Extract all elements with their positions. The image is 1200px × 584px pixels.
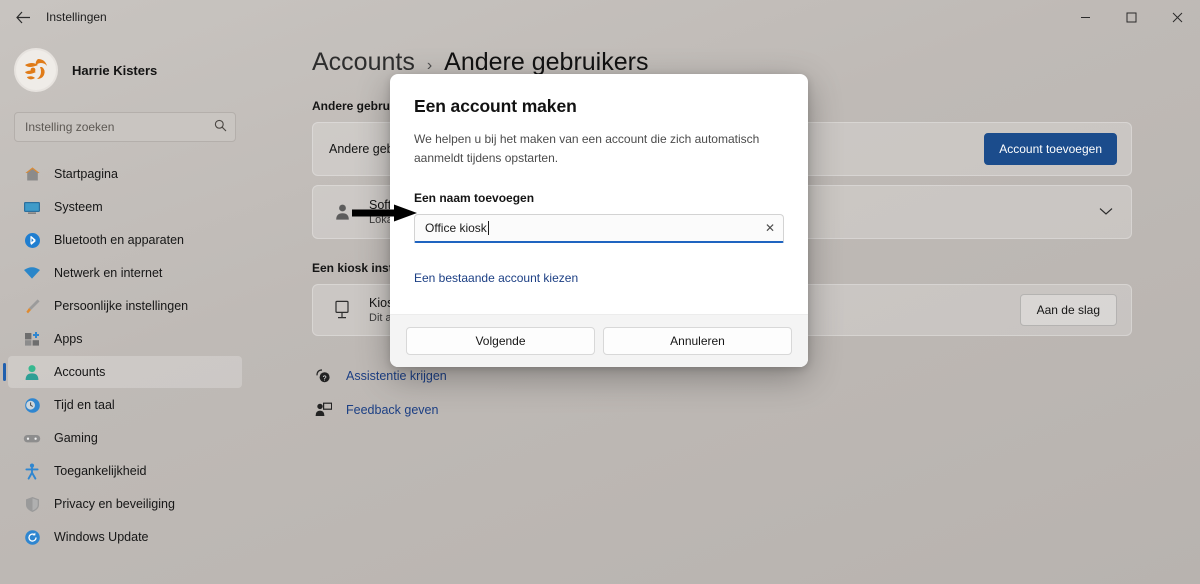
name-field-label: Een naam toevoegen bbox=[414, 191, 535, 206]
clear-input-icon[interactable]: ✕ bbox=[765, 221, 775, 235]
sidebar-item-netwerk[interactable]: Netwerk en internet bbox=[8, 257, 242, 289]
sidebar-item-label: Persoonlijke instellingen bbox=[54, 299, 189, 313]
footer-links: ? Assistentie krijgen Feedback geven bbox=[312, 362, 1132, 424]
sidebar-item-label: Apps bbox=[54, 332, 83, 346]
chevron-down-icon[interactable] bbox=[1099, 205, 1117, 219]
breadcrumb-separator: › bbox=[426, 57, 433, 74]
back-button[interactable] bbox=[6, 2, 40, 32]
maximize-icon bbox=[1126, 12, 1136, 22]
back-arrow-icon bbox=[15, 11, 30, 23]
sidebar-item-windows-update[interactable]: Windows Update bbox=[8, 521, 242, 553]
close-icon bbox=[1172, 12, 1182, 22]
help-question-icon: ? bbox=[312, 368, 334, 384]
sidebar-item-label: Accounts bbox=[54, 365, 106, 379]
dialog-body: Een account maken We helpen u bij het ma… bbox=[390, 74, 808, 314]
sidebar: Harrie Kisters Startpagina bbox=[0, 34, 250, 584]
help-link-label: Assistentie krijgen bbox=[346, 369, 447, 383]
feedback-icon bbox=[312, 402, 334, 418]
gamepad-icon bbox=[22, 429, 42, 447]
account-person-icon bbox=[22, 363, 42, 381]
sidebar-item-label: Windows Update bbox=[54, 530, 149, 544]
sidebar-item-label: Systeem bbox=[54, 200, 103, 214]
kiosk-get-started-button[interactable]: Aan de slag bbox=[1019, 294, 1117, 326]
choose-existing-account-link[interactable]: Een bestaande account kiezen bbox=[414, 271, 578, 285]
window-controls bbox=[1062, 0, 1200, 34]
update-refresh-icon bbox=[22, 528, 42, 546]
dialog-title: Een account maken bbox=[414, 96, 577, 116]
paintbrush-icon bbox=[22, 297, 42, 315]
sidebar-nav: Startpagina Systeem Bluetooth en apparat… bbox=[0, 158, 250, 553]
maximize-button[interactable] bbox=[1108, 0, 1154, 34]
minimize-icon bbox=[1080, 16, 1090, 18]
svg-text:?: ? bbox=[322, 375, 326, 382]
settings-window: Instellingen Harrie Kisters Instelling z… bbox=[0, 0, 1200, 584]
sidebar-item-privacy[interactable]: Privacy en beveiliging bbox=[8, 488, 242, 520]
profile-section[interactable]: Harrie Kisters bbox=[0, 34, 250, 94]
sidebar-item-accounts[interactable]: Accounts bbox=[3, 356, 242, 388]
title-bar: Instellingen bbox=[0, 0, 1200, 34]
search-input[interactable] bbox=[25, 120, 214, 134]
dialog-description: We helpen u bij het maken van een accoun… bbox=[414, 132, 760, 165]
profile-name: Harrie Kisters bbox=[72, 62, 158, 78]
sidebar-item-bluetooth[interactable]: Bluetooth en apparaten bbox=[8, 224, 242, 256]
person-icon bbox=[329, 199, 355, 225]
name-input-wrapper: Office kiosk bbox=[425, 221, 765, 236]
close-button[interactable] bbox=[1154, 0, 1200, 34]
add-account-button[interactable]: Account toevoegen bbox=[984, 133, 1117, 165]
minimize-button[interactable] bbox=[1062, 0, 1108, 34]
name-input-value: Office kiosk bbox=[425, 221, 487, 236]
create-account-dialog: Een account maken We helpen u bij het ma… bbox=[390, 74, 808, 367]
accessibility-icon bbox=[22, 462, 42, 480]
bluetooth-icon bbox=[22, 231, 42, 249]
sidebar-item-label: Privacy en beveiliging bbox=[54, 497, 175, 511]
user-avatar-icon bbox=[16, 50, 56, 90]
next-button[interactable]: Volgende bbox=[406, 327, 595, 355]
monitor-icon bbox=[22, 198, 42, 216]
clock-globe-icon bbox=[22, 396, 42, 414]
sidebar-item-label: Tijd en taal bbox=[54, 398, 115, 412]
sidebar-item-label: Startpagina bbox=[54, 167, 118, 181]
name-input-field[interactable]: Office kiosk ✕ bbox=[414, 214, 784, 244]
sidebar-item-label: Toegankelijkheid bbox=[54, 464, 147, 478]
window-title: Instellingen bbox=[46, 10, 107, 24]
avatar bbox=[14, 48, 58, 92]
home-icon bbox=[22, 165, 42, 183]
page-title: Andere gebruikers bbox=[444, 48, 649, 76]
sidebar-item-gaming[interactable]: Gaming bbox=[8, 422, 242, 454]
sidebar-item-tijd-taal[interactable]: Tijd en taal bbox=[8, 389, 242, 421]
sidebar-item-toegankelijkheid[interactable]: Toegankelijkheid bbox=[8, 455, 242, 487]
wifi-icon bbox=[22, 264, 42, 282]
sidebar-item-label: Gaming bbox=[54, 431, 98, 445]
cancel-button[interactable]: Annuleren bbox=[603, 327, 792, 355]
breadcrumb: Accounts › Andere gebruikers bbox=[312, 48, 1132, 77]
sidebar-item-apps[interactable]: Apps bbox=[8, 323, 242, 355]
sidebar-item-persoonlijke[interactable]: Persoonlijke instellingen bbox=[8, 290, 242, 322]
search-box[interactable] bbox=[14, 112, 236, 142]
breadcrumb-parent[interactable]: Accounts bbox=[312, 48, 415, 77]
shield-icon bbox=[22, 495, 42, 513]
kiosk-display-icon bbox=[329, 297, 355, 323]
search-icon bbox=[214, 119, 227, 135]
sidebar-item-startpagina[interactable]: Startpagina bbox=[8, 158, 242, 190]
feedback-link-row[interactable]: Feedback geven bbox=[312, 396, 1132, 424]
sidebar-item-label: Bluetooth en apparaten bbox=[54, 233, 184, 247]
sidebar-item-systeem[interactable]: Systeem bbox=[8, 191, 242, 223]
apps-icon bbox=[22, 330, 42, 348]
dialog-footer: Volgende Annuleren bbox=[390, 314, 808, 367]
feedback-link-label: Feedback geven bbox=[346, 403, 439, 417]
text-caret bbox=[487, 221, 489, 236]
sidebar-item-label: Netwerk en internet bbox=[54, 266, 163, 280]
